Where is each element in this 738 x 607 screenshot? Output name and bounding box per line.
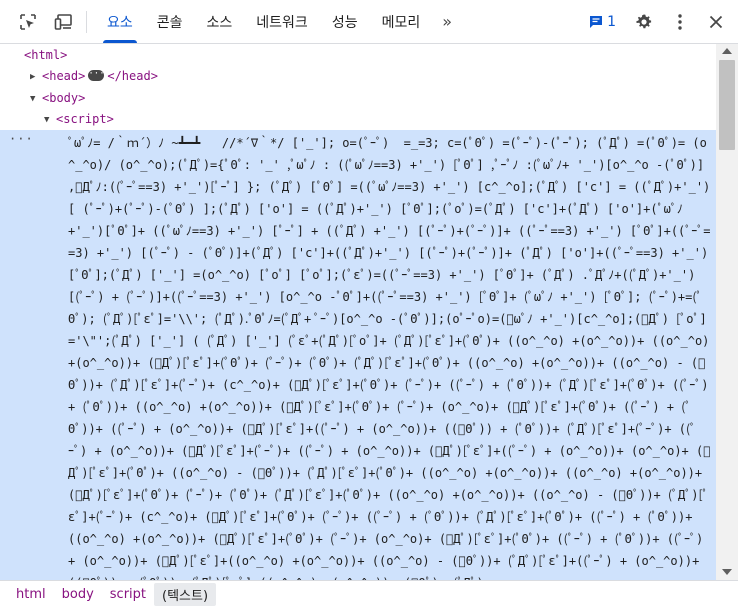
node-actions-ellipsis-icon[interactable]: ··· bbox=[9, 132, 34, 146]
devtools-toolbar: 요소 콘솔 소스 네트워크 성능 메모리 » 1 bbox=[0, 0, 738, 44]
collapsed-ellipsis-icon[interactable]: ··· bbox=[88, 70, 105, 81]
tab-performance[interactable]: 성능 bbox=[320, 0, 370, 43]
tab-console[interactable]: 콘솔 bbox=[145, 0, 195, 43]
tab-elements[interactable]: 요소 bbox=[95, 0, 145, 43]
inspect-element-icon[interactable] bbox=[10, 0, 46, 44]
breadcrumb-body[interactable]: body bbox=[54, 587, 102, 602]
collapse-triangle-icon[interactable]: ▼ bbox=[44, 109, 56, 131]
device-toolbar-icon[interactable] bbox=[46, 0, 82, 44]
expand-triangle-icon[interactable]: ▶ bbox=[30, 66, 42, 88]
kebab-menu-icon[interactable] bbox=[662, 0, 698, 44]
vertical-scrollbar[interactable] bbox=[716, 44, 738, 580]
body-open-tag: <body> bbox=[42, 91, 86, 105]
tree-node-body[interactable]: ▼ <body> bbox=[30, 87, 85, 109]
scrollbar-thumb[interactable] bbox=[719, 60, 735, 150]
panel-tabs: 요소 콘솔 소스 네트워크 성능 메모리 » bbox=[95, 0, 459, 43]
settings-gear-icon[interactable] bbox=[626, 0, 662, 44]
tab-network[interactable]: 네트워크 bbox=[244, 0, 320, 43]
issues-chat-icon bbox=[590, 15, 603, 28]
breadcrumb-text[interactable]: (텍스트) bbox=[154, 582, 217, 606]
dom-tree[interactable]: <html> ▶ <head> ··· </head> ▼ <body> ▼ <scrip… bbox=[0, 44, 716, 580]
tab-memory[interactable]: 메모리 bbox=[370, 0, 433, 43]
scroll-up-arrow-icon[interactable] bbox=[722, 48, 732, 54]
breadcrumb: html body script (텍스트) bbox=[0, 580, 738, 607]
head-close-tag: </head> bbox=[107, 69, 158, 83]
tree-node-html[interactable]: <html> bbox=[24, 44, 67, 66]
breadcrumb-html[interactable]: html bbox=[8, 587, 54, 602]
issues-button[interactable]: 1 bbox=[579, 0, 626, 43]
issues-count: 1 bbox=[607, 13, 616, 30]
scroll-down-arrow-icon[interactable] bbox=[722, 569, 732, 575]
script-text-node[interactable]: ﾟωﾟﾉ= /｀ｍ´）ﾉ ~┻━┻ //*´∇｀*/ ['_']; o=(ﾟｰﾟ… bbox=[68, 132, 713, 580]
script-open-tag: <script> bbox=[56, 112, 114, 126]
breadcrumb-script[interactable]: script bbox=[102, 587, 154, 602]
chevron-double-right-icon[interactable]: » bbox=[432, 0, 459, 43]
close-icon[interactable] bbox=[698, 0, 734, 44]
html-open-tag: <html> bbox=[24, 48, 68, 62]
tab-sources[interactable]: 소스 bbox=[195, 0, 245, 43]
collapse-triangle-icon[interactable]: ▼ bbox=[30, 88, 42, 110]
head-open-tag: <head> bbox=[42, 69, 86, 83]
tree-node-head[interactable]: ▶ <head> ··· </head> bbox=[30, 65, 158, 87]
toolbar-separator bbox=[86, 10, 87, 33]
tree-node-script[interactable]: ▼ <script> bbox=[44, 108, 114, 130]
